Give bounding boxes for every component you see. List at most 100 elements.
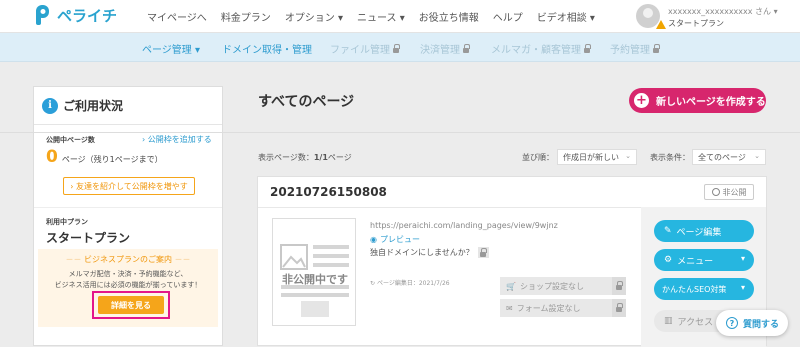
published-count-value: 0 [46, 147, 58, 167]
form-setting[interactable]: ✉ フォーム設定なし [500, 299, 626, 317]
plus-icon: + [634, 93, 649, 108]
status-text: 非公開 [722, 187, 747, 197]
lock-icon [653, 44, 661, 53]
info-icon: i [42, 97, 58, 114]
page-url[interactable]: https://peraichi.com/landing_pages/view/… [370, 221, 558, 230]
sub-nav: ページ管理 ▾ ドメイン取得・管理 ファイル管理 決済管理 メルマガ・顧客管理 … [0, 33, 800, 62]
help-button[interactable]: ? 質問する [716, 310, 788, 336]
usage-panel: i ご利用状況 公開中ページ数 › 公開枠を追加する 0 ページ（残り1ページま… [33, 86, 223, 346]
subnav-payments: 決済管理 [420, 41, 471, 56]
plan-label: 利用中プラン [46, 218, 88, 226]
create-page-label: 新しいページを作成する [656, 97, 766, 108]
nav-help[interactable]: ヘルプ [493, 9, 523, 24]
cart-icon: 🛒 [506, 281, 516, 291]
chart-icon: ▥ [664, 316, 673, 326]
page-card-title[interactable]: 20210726150808 [270, 185, 387, 199]
help-label: 質問する [743, 319, 780, 330]
published-count-suffix: ページ（残り1ページまで） [61, 155, 163, 164]
page-count-label: 表示ページ数： [258, 153, 314, 162]
usage-panel-header: i ご利用状況 [34, 87, 222, 125]
pencil-icon: ✎ [664, 226, 672, 236]
usage-title: ご利用状況 [63, 99, 124, 113]
chevron-down-icon: ▾ [740, 254, 745, 263]
promo-title: －－ ビジネスプランのご案内 －－ [65, 255, 191, 264]
invite-friends-button[interactable]: › 友達を紹介して公開枠を増やす [63, 177, 195, 195]
custom-domain-prompt[interactable]: 独自ドメインにしませんか？ [370, 247, 489, 258]
page-count-value: 1/1 [313, 153, 328, 162]
promo-title-text: ビジネスプランのご案内 [84, 255, 172, 264]
create-page-button[interactable]: + 新しいページを作成する [629, 88, 766, 113]
filter-select-value: 全てのページ [698, 152, 746, 162]
private-icon [711, 188, 720, 196]
logo-text: ペライチ [57, 6, 118, 25]
top-nav: マイページへ 料金プラン オプション ▾ ニュース ▾ お役立ち情報 ヘルプ ビ… [147, 9, 595, 24]
seo-label: かんたんSEO対策 [662, 284, 727, 294]
custom-domain-text: 独自ドメインにしませんか？ [370, 248, 474, 257]
filter-select[interactable]: 全てのページ ⌄ [692, 149, 766, 165]
edit-page-button[interactable]: ✎ ページ編集 [654, 220, 754, 242]
page-count: 表示ページ数：1/1ページ [258, 152, 352, 163]
sort-label: 並び順： [522, 153, 554, 162]
edit-page-label: ページ編集 [676, 227, 722, 238]
sort-select[interactable]: 作成日が新しい ⌄ [557, 149, 637, 165]
promo-text-1: メルマガ配信・決済・予約機能など、 [68, 270, 188, 278]
nav-video-consult[interactable]: ビデオ相談 ▾ [537, 9, 595, 24]
main-title: すべてのページ [258, 94, 355, 110]
subnav-page-manage[interactable]: ページ管理 ▾ [142, 41, 200, 56]
preview-link[interactable]: ◉ プレビュー [370, 234, 420, 245]
subnav-files-label: ファイル管理 [330, 45, 390, 56]
subnav-reservations: 予約管理 [610, 41, 661, 56]
lock-icon [477, 247, 489, 258]
edited-date: ↻ ページ編集日：2021/7/26 [370, 280, 450, 287]
promo-box: －－ ビジネスプランのご案内 －－ メルマガ配信・決済・予約機能など、 ビジネス… [38, 249, 218, 327]
subnav-mailmag-label: メルマガ・顧客管理 [491, 45, 581, 56]
filter-label: 表示条件： [650, 153, 690, 162]
published-count: 0 ページ（残り1ページまで） [46, 147, 163, 167]
lock-icon [393, 44, 401, 53]
gear-icon: ⚙ [664, 255, 673, 265]
preview-label: プレビュー [379, 235, 420, 244]
menu-button[interactable]: ⚙ メニュー ▾ [654, 249, 754, 271]
chevron-down-icon: ⌄ [754, 152, 760, 160]
lock-icon [584, 44, 592, 53]
nav-pricing[interactable]: 料金プラン [221, 9, 271, 24]
lock-icon [612, 277, 626, 295]
shop-setting[interactable]: 🛒 ショップ設定なし [500, 277, 626, 295]
details-button[interactable]: 詳細を見る [98, 296, 164, 314]
published-label: 公開中ページ数 [46, 136, 95, 144]
subnav-domain[interactable]: ドメイン取得・管理 [222, 41, 312, 56]
page-count-unit: ページ [327, 153, 352, 162]
menu-label: メニュー [677, 256, 714, 267]
lock-icon [612, 299, 626, 317]
status-badge: 非公開 [704, 184, 754, 200]
access-label: アクセス [677, 317, 714, 328]
subnav-mailmag: メルマガ・顧客管理 [491, 41, 592, 56]
subnav-payments-label: 決済管理 [420, 45, 460, 56]
top-header: ペライチ マイページへ 料金プラン オプション ▾ ニュース ▾ お役立ち情報 … [0, 0, 800, 33]
add-slot-link[interactable]: › 公開枠を追加する [142, 134, 212, 145]
form-setting-label: フォーム設定なし [516, 303, 581, 313]
eye-icon: ◉ [370, 235, 377, 244]
logo[interactable]: ペライチ [34, 4, 117, 26]
chevron-down-icon: ⌄ [625, 152, 631, 160]
lock-icon [463, 44, 471, 53]
warning-icon [656, 20, 666, 29]
divider [0, 132, 800, 133]
seo-button[interactable]: かんたんSEO対策 ▾ [654, 278, 754, 300]
user-plan: スタートプラン [668, 19, 724, 28]
nav-news[interactable]: ニュース ▾ [357, 9, 405, 24]
nav-tips[interactable]: お役立ち情報 [419, 9, 479, 24]
question-icon: ? [726, 317, 738, 329]
subnav-reservations-label: 予約管理 [610, 45, 650, 56]
page-thumbnail[interactable]: 非公開中です [272, 218, 356, 326]
sort-select-value: 作成日が新しい [563, 152, 619, 162]
nav-options[interactable]: オプション ▾ [285, 9, 343, 24]
divider [34, 207, 222, 208]
mail-icon: ✉ [506, 303, 513, 313]
thumb-private-label: 非公開中です [282, 273, 348, 286]
promo-text-2: ビジネス活用には必須の機能が揃っています！ [54, 281, 202, 289]
nav-mypage[interactable]: マイページへ [147, 9, 207, 24]
plan-name: スタートプラン [46, 231, 131, 245]
logo-icon [36, 5, 49, 25]
shop-setting-label: ショップ設定なし [519, 281, 584, 291]
